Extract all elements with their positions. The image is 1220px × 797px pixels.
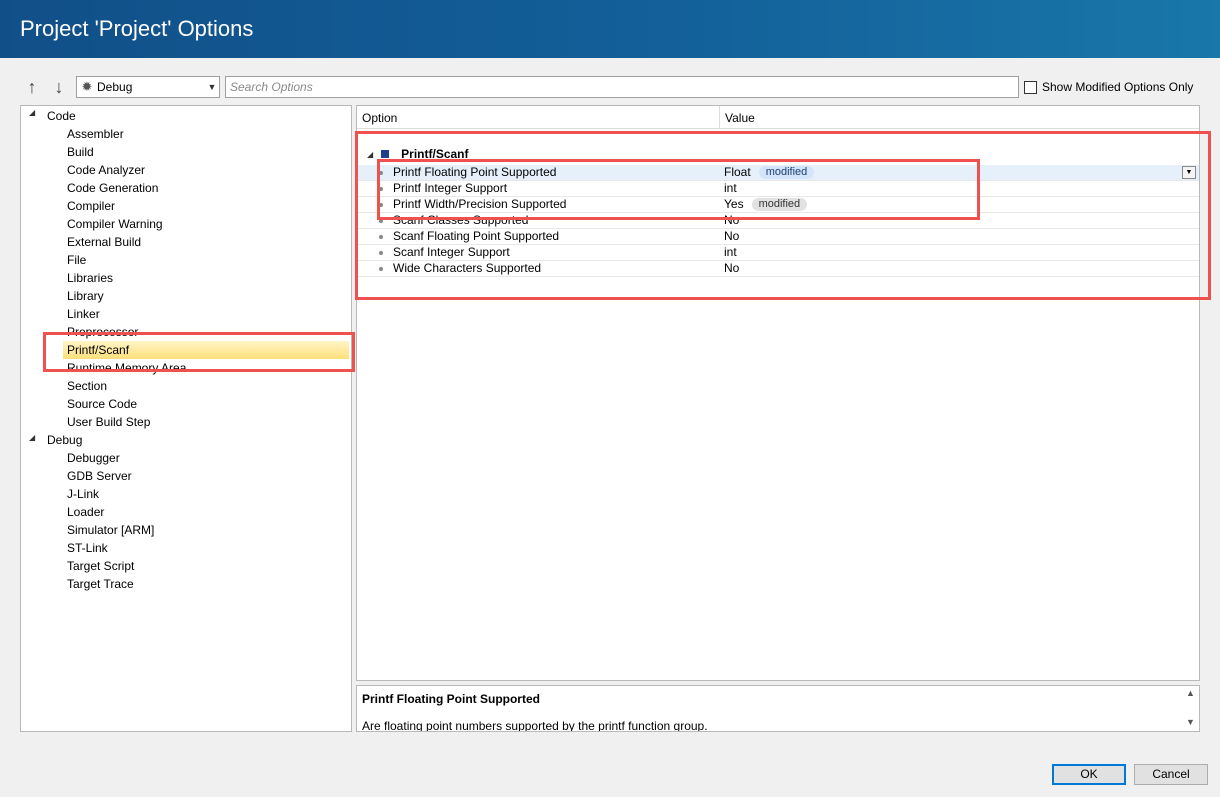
option-name: Printf Floating Point Supported [393, 165, 557, 179]
configuration-value: Debug [97, 80, 133, 94]
option-row[interactable]: Scanf Floating Point Supported No [357, 229, 1199, 245]
group-header[interactable]: ◢ Printf/Scanf [367, 146, 469, 162]
option-value[interactable]: Float modified [724, 165, 815, 180]
tree-item[interactable]: User Build Step [67, 413, 150, 431]
bullet-icon [379, 235, 383, 239]
search-input[interactable] [225, 76, 1019, 98]
tree-item[interactable]: J-Link [67, 485, 99, 503]
column-header-option[interactable]: Option [362, 111, 397, 125]
option-row[interactable]: Scanf Integer Support int [357, 245, 1199, 261]
option-row[interactable]: Printf Integer Support int [357, 181, 1199, 197]
option-name: Printf Width/Precision Supported [393, 197, 567, 211]
description-text: Are floating point numbers supported by … [362, 719, 708, 732]
modified-badge: modified [758, 166, 815, 179]
tree-item[interactable]: GDB Server [67, 467, 132, 485]
option-value-text: Yes [724, 197, 744, 211]
configuration-select[interactable]: ✹ Debug ▼ [76, 76, 220, 98]
tree-item[interactable]: File [67, 251, 86, 269]
option-row[interactable]: Wide Characters Supported No [357, 261, 1199, 277]
group-icon [381, 150, 390, 158]
bullet-icon [379, 203, 383, 207]
tree-category-code[interactable]: Code [47, 107, 76, 125]
option-value[interactable]: No [724, 213, 739, 228]
tree-item[interactable]: Debugger [67, 449, 120, 467]
option-value-text: No [724, 261, 740, 275]
bullet-icon [379, 267, 383, 271]
options-grid: Option Value ◢ Printf/Scanf Printf Float… [356, 105, 1200, 681]
bullet-icon [379, 171, 383, 175]
option-value[interactable]: Yes modified [724, 197, 808, 212]
arrow-up-icon[interactable]: ↑ [22, 76, 42, 98]
tree-item[interactable]: Simulator [ARM] [67, 521, 154, 539]
cancel-button[interactable]: Cancel [1134, 764, 1208, 785]
configuration-gear-icon: ✹ [81, 79, 93, 94]
description-pane: Printf Floating Point Supported Are floa… [356, 685, 1200, 732]
collapse-icon[interactable]: ◢ [367, 150, 373, 159]
tree-item[interactable]: Code Analyzer [67, 161, 145, 179]
tree-item[interactable]: Linker [67, 305, 100, 323]
options-tree: ◢ Code Assembler Build Code Analyzer Cod… [20, 105, 352, 732]
bullet-icon [379, 187, 383, 191]
tree-item[interactable]: ST-Link [67, 539, 108, 557]
description-scrollbar[interactable]: ▲ ▼ [1183, 686, 1199, 731]
expand-icon[interactable]: ◢ [29, 433, 35, 442]
ok-button[interactable]: OK [1052, 764, 1126, 785]
chevron-down-icon: ▼ [207, 82, 217, 92]
option-name: Scanf Floating Point Supported [393, 229, 560, 243]
tree-item[interactable]: Target Trace [67, 575, 134, 593]
option-value-text: int [724, 181, 737, 195]
checkbox-box[interactable] [1024, 80, 1037, 94]
option-value-text: Float [724, 165, 751, 179]
option-name: Scanf Integer Support [393, 245, 510, 259]
column-header-value[interactable]: Value [725, 111, 755, 125]
tree-item[interactable]: Loader [67, 503, 104, 521]
option-row[interactable]: Printf Floating Point Supported Float mo… [357, 165, 1199, 181]
bullet-icon [379, 219, 383, 223]
group-label: Printf/Scanf [401, 147, 469, 161]
tree-category-debug[interactable]: Debug [47, 431, 82, 449]
option-value[interactable]: int [724, 245, 737, 260]
option-value[interactable]: No [724, 261, 739, 276]
modified-badge: modified [751, 198, 808, 211]
expand-icon[interactable]: ◢ [29, 108, 35, 117]
option-name: Scanf Classes Supported [393, 213, 529, 227]
option-value-text: No [724, 229, 740, 243]
tree-item[interactable]: Library [67, 287, 104, 305]
option-value-text: int [724, 245, 737, 259]
tree-item[interactable]: Preprocessor [67, 323, 138, 341]
option-row[interactable]: Printf Width/Precision Supported Yes mod… [357, 197, 1199, 213]
show-modified-checkbox[interactable]: Show Modified Options Only [1024, 79, 1193, 95]
toolbar: ↑ ↓ ✹ Debug ▼ Show Modified Options Only [0, 58, 1220, 102]
option-value[interactable]: int [724, 181, 737, 196]
option-name: Printf Integer Support [393, 181, 508, 195]
tree-item[interactable]: Compiler Warning [67, 215, 163, 233]
tree-item[interactable]: Compiler [67, 197, 115, 215]
tree-item[interactable]: Runtime Memory Area [67, 359, 186, 377]
tree-item-selected[interactable]: Printf/Scanf [63, 341, 349, 359]
show-modified-label: Show Modified Options Only [1042, 80, 1194, 94]
tree-item[interactable]: Section [67, 377, 107, 395]
tree-item[interactable]: External Build [67, 233, 141, 251]
option-name: Wide Characters Supported [393, 261, 542, 275]
tree-item[interactable]: Source Code [67, 395, 137, 413]
tree-item[interactable]: Libraries [67, 269, 113, 287]
bullet-icon [379, 251, 383, 255]
arrow-down-icon[interactable]: ↓ [49, 76, 69, 98]
grid-header: Option Value [357, 106, 1199, 129]
column-divider[interactable] [719, 106, 720, 129]
description-title: Printf Floating Point Supported [362, 692, 540, 706]
tree-item[interactable]: Code Generation [67, 179, 158, 197]
tree-item[interactable]: Build [67, 143, 94, 161]
scroll-up-icon[interactable]: ▲ [1186, 688, 1195, 698]
option-value-text: No [724, 213, 740, 227]
tree-item[interactable]: Target Script [67, 557, 134, 575]
option-row[interactable]: Scanf Classes Supported No [357, 213, 1199, 229]
window-title: Project 'Project' Options [0, 0, 1220, 58]
scroll-down-icon[interactable]: ▼ [1186, 717, 1195, 727]
chevron-down-icon[interactable]: ▼ [1182, 166, 1196, 179]
tree-item[interactable]: Assembler [67, 125, 124, 143]
option-value[interactable]: No [724, 229, 739, 244]
